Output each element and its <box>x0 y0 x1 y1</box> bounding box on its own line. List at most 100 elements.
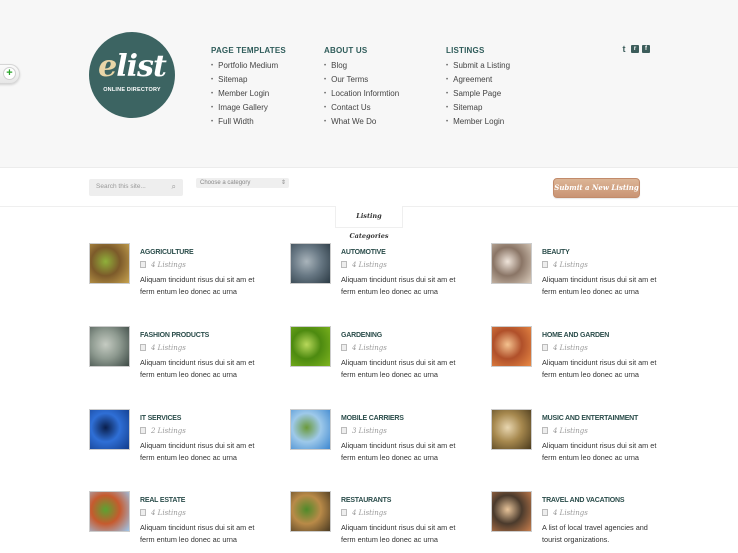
category-thumbnail[interactable] <box>290 491 331 532</box>
category-description: Aliquam tincidunt risus dui sit am et fe… <box>542 275 657 296</box>
document-icon <box>341 344 347 351</box>
rss-icon[interactable]: r <box>631 45 639 53</box>
nav-link[interactable]: Image Gallery <box>211 101 286 115</box>
nav-link[interactable]: Portfolio Medium <box>211 59 286 73</box>
listing-count-text: 3 Listings <box>352 427 387 435</box>
category-title[interactable]: TRAVEL AND VACATIONS <box>542 497 625 504</box>
category-thumbnail[interactable] <box>89 409 130 450</box>
document-icon <box>341 427 347 434</box>
nav-link[interactable]: Member Login <box>211 87 286 101</box>
category-item: REAL ESTATE 4 Listings Aliquam tincidunt r… <box>89 491 269 551</box>
category-description: A list of local travel agencies and tour… <box>542 523 648 544</box>
category-description: Aliquam tincidunt risus dui sit am et fe… <box>341 523 456 544</box>
category-select[interactable]: Choose a category ⇕ <box>196 178 289 188</box>
nav-link[interactable]: What We Do <box>324 115 399 129</box>
logo-name-first: e <box>98 49 117 84</box>
category-item: AUTOMOTIVE 4 Listings Aliquam tincidunt ri… <box>290 243 470 303</box>
listing-count: 3 Listings <box>341 427 387 435</box>
category-title[interactable]: AUTOMOTIVE <box>341 249 386 256</box>
submit-listing-button[interactable]: Submit a New Listing <box>553 178 640 198</box>
listing-count-text: 4 Listings <box>553 261 588 269</box>
category-thumbnail[interactable] <box>491 243 532 284</box>
category-item: RESTAURANTS 4 Listings Aliquam tincidunt r… <box>290 491 470 551</box>
listing-count: 4 Listings <box>140 509 186 517</box>
category-title[interactable]: RESTAURANTS <box>341 497 391 504</box>
listing-count: 4 Listings <box>341 261 387 269</box>
category-title[interactable]: REAL ESTATE <box>140 497 185 504</box>
category-thumbnail[interactable] <box>89 326 130 367</box>
category-title[interactable]: FASHION PRODUCTS <box>140 332 209 339</box>
category-title[interactable]: MOBILE CARRIERS <box>341 415 404 422</box>
plus-icon: + <box>3 67 16 80</box>
search-input[interactable]: Search this site... ⌕ <box>89 179 183 196</box>
tab-listing-categories[interactable]: Listing Categories <box>335 206 403 240</box>
listing-count-text: 4 Listings <box>553 427 588 435</box>
site-header: + elist ONLINE DIRECTORY PAGE TEMPLATES … <box>0 0 738 168</box>
search-placeholder: Search this site... <box>96 183 146 190</box>
category-thumbnail[interactable] <box>290 409 331 450</box>
category-item: TRAVEL AND VACATIONS 4 Listings A list of … <box>491 491 671 551</box>
nav-link[interactable]: Sitemap <box>211 73 286 87</box>
listing-count: 4 Listings <box>542 344 588 352</box>
category-description: Aliquam tincidunt risus dui sit am et fe… <box>140 275 255 296</box>
nav-link[interactable]: Full Width <box>211 115 286 129</box>
site-logo[interactable]: elist ONLINE DIRECTORY <box>89 32 175 118</box>
nav-link[interactable]: Agreement <box>446 73 510 87</box>
document-icon <box>542 261 548 268</box>
listing-count-text: 2 Listings <box>151 427 186 435</box>
category-thumbnail[interactable] <box>290 326 331 367</box>
category-thumbnail[interactable] <box>89 491 130 532</box>
category-description: Aliquam tincidunt risus dui sit am et fe… <box>542 441 657 462</box>
facebook-icon[interactable]: f <box>642 45 650 53</box>
nav-listings: LISTINGS Submit a Listing Agreement Samp… <box>446 46 510 129</box>
category-title[interactable]: HOME AND GARDEN <box>542 332 609 339</box>
nav-about-us: ABOUT US Blog Our Terms Location Informt… <box>324 46 399 129</box>
nav-link[interactable]: Submit a Listing <box>446 59 510 73</box>
category-item: FASHION PRODUCTS 4 Listings Aliquam tincid… <box>89 326 269 386</box>
category-description: Aliquam tincidunt risus dui sit am et fe… <box>140 523 255 544</box>
category-title[interactable]: AGGRICULTURE <box>140 249 194 256</box>
nav-link[interactable]: Our Terms <box>324 73 399 87</box>
category-thumbnail[interactable] <box>290 243 331 284</box>
listing-count-text: 4 Listings <box>151 509 186 517</box>
category-thumbnail[interactable] <box>89 243 130 284</box>
logo-tagline: ONLINE DIRECTORY <box>103 87 161 93</box>
nav-link[interactable]: Sample Page <box>446 87 510 101</box>
document-icon <box>140 427 146 434</box>
category-title[interactable]: IT SERVICES <box>140 415 181 422</box>
document-icon <box>542 344 548 351</box>
twitter-icon[interactable]: t <box>620 45 628 54</box>
category-thumbnail[interactable] <box>491 326 532 367</box>
category-description: Aliquam tincidunt risus dui sit am et fe… <box>140 358 255 379</box>
listing-count-text: 4 Listings <box>151 261 186 269</box>
listing-count-text: 4 Listings <box>553 509 588 517</box>
category-thumbnail[interactable] <box>491 491 532 532</box>
category-thumbnail[interactable] <box>491 409 532 450</box>
category-item: IT SERVICES 2 Listings Aliquam tincidunt r… <box>89 409 269 469</box>
nav-link[interactable]: Blog <box>324 59 399 73</box>
category-item: BEAUTY 4 Listings Aliquam tincidunt risus … <box>491 243 671 303</box>
document-icon <box>341 509 347 516</box>
document-icon <box>140 261 146 268</box>
listing-count: 4 Listings <box>542 427 588 435</box>
nav-link[interactable]: Contact Us <box>324 101 399 115</box>
nav-link[interactable]: Sitemap <box>446 101 510 115</box>
nav-page-templates: PAGE TEMPLATES Portfolio Medium Sitemap … <box>211 46 286 129</box>
category-title[interactable]: GARDENING <box>341 332 382 339</box>
listing-count: 2 Listings <box>140 427 186 435</box>
category-title[interactable]: MUSIC AND ENTERTAINMENT <box>542 415 638 422</box>
category-title[interactable]: BEAUTY <box>542 249 570 256</box>
document-icon <box>140 344 146 351</box>
search-icon[interactable]: ⌕ <box>172 182 176 192</box>
category-description: Aliquam tincidunt risus dui sit am et fe… <box>341 441 456 462</box>
listing-count: 4 Listings <box>341 509 387 517</box>
logo-name-rest: list <box>116 49 167 84</box>
nav-link[interactable]: Location Informtion <box>324 87 399 101</box>
category-item: HOME AND GARDEN 4 Listings Aliquam tincidu… <box>491 326 671 386</box>
category-description: Aliquam tincidunt risus dui sit am et fe… <box>140 441 255 462</box>
listing-count-text: 4 Listings <box>352 344 387 352</box>
panel-toggle-button[interactable]: + <box>0 64 20 84</box>
nav-link[interactable]: Member Login <box>446 115 510 129</box>
social-links: t r f <box>620 45 650 54</box>
listing-count-text: 4 Listings <box>352 509 387 517</box>
